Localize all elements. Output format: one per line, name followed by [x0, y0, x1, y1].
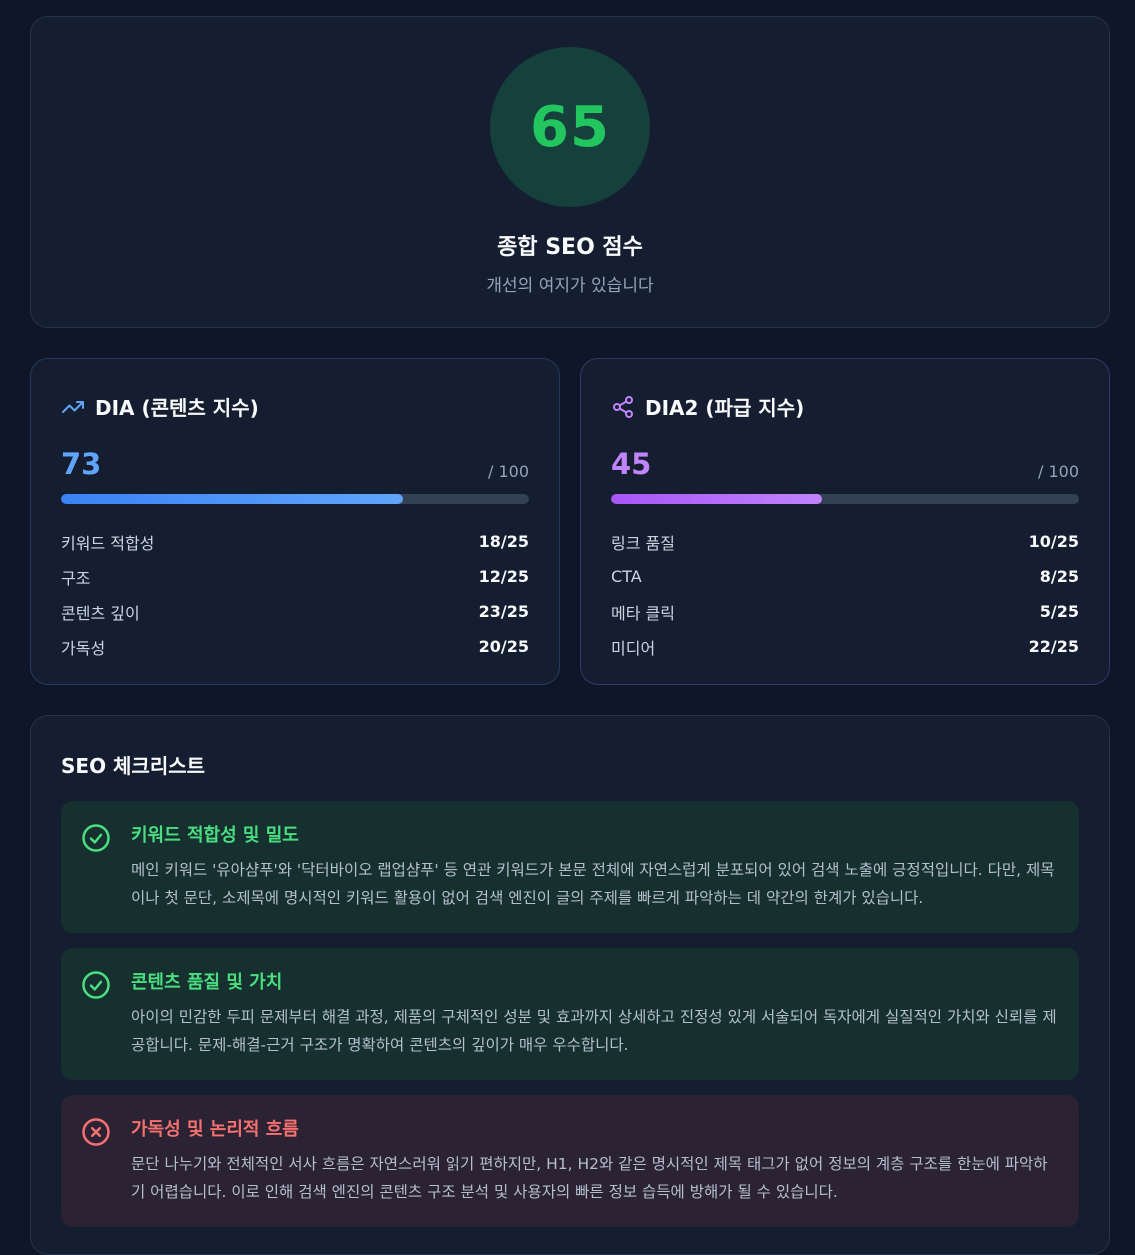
metric-label: 키워드 적합성	[61, 533, 155, 553]
metric-value: 20/25	[478, 637, 529, 656]
check-circle-icon	[82, 824, 110, 852]
seo-checklist-card: SEO 체크리스트 키워드 적합성 및 밀도 메인 키워드 '유아샴푸'와 '닥…	[30, 715, 1110, 1255]
dia-metric-row: 구조 12/25	[61, 559, 529, 594]
dia2-metric-row: 링크 품질 10/25	[611, 524, 1079, 559]
metric-label: 메타 클릭	[611, 603, 675, 623]
dia2-progress-track	[611, 494, 1079, 504]
checklist-item: 가독성 및 논리적 흐름 문단 나누기와 전체적인 서사 흐름은 자연스러워 읽…	[61, 1095, 1079, 1227]
metric-label: 링크 품질	[611, 533, 675, 553]
share-icon	[613, 395, 633, 418]
dia2-score: 45	[611, 447, 652, 481]
checklist-item-title: 콘텐츠 품질 및 가치	[131, 972, 283, 993]
checklist-item-description: 문단 나누기와 전체적인 서사 흐름은 자연스러워 읽기 편하지만, H1, H…	[131, 1155, 1048, 1201]
checklist-item-description: 메인 키워드 '유아샴푸'와 '닥터바이오 랩업샴푸' 등 연관 키워드가 본문…	[131, 861, 1055, 907]
overall-score-subtitle: 개선의 여지가 있습니다	[486, 276, 654, 296]
dia2-title: DIA2 (파급 지수)	[645, 396, 805, 420]
dia-metric-row: 키워드 적합성 18/25	[61, 524, 529, 559]
check-circle-icon	[82, 971, 110, 999]
dia-progress-fill	[61, 494, 403, 504]
dia2-progress-fill	[611, 494, 822, 504]
dia-header: DIA (콘텐츠 지수)	[61, 392, 259, 421]
checklist-item-description: 아이의 민감한 두피 문제부터 해결 과정, 제품의 구체적인 성분 및 효과까…	[131, 1008, 1057, 1054]
dia-metric-row: 가독성 20/25	[61, 629, 529, 664]
dia2-metric-row: 메타 클릭 5/25	[611, 594, 1079, 629]
dia-progress-track	[61, 494, 529, 504]
checklist-item: 키워드 적합성 및 밀도 메인 키워드 '유아샴푸'와 '닥터바이오 랩업샴푸'…	[61, 801, 1079, 933]
dia-card: DIA (콘텐츠 지수) 73 / 100 키워드 적합성 18/25 구조 1…	[30, 358, 560, 685]
metric-value: 5/25	[1039, 602, 1079, 621]
score-circle: 65	[490, 47, 650, 207]
dia2-card: DIA2 (파급 지수) 45 / 100 링크 품질 10/25 CTA 8/…	[580, 358, 1110, 685]
overall-score-value: 65	[530, 94, 610, 160]
checklist-title: SEO 체크리스트	[61, 754, 206, 778]
trending-up-icon	[62, 400, 84, 413]
dia-max: / 100	[487, 462, 529, 481]
x-circle-icon	[82, 1118, 110, 1146]
dia2-metric-row: 미디어 22/25	[611, 629, 1079, 664]
dia2-metrics: 링크 품질 10/25 CTA 8/25 메타 클릭 5/25 미디어 22/2…	[611, 524, 1079, 664]
checklist-item-title: 가독성 및 논리적 흐름	[131, 1119, 299, 1140]
metric-value: 12/25	[478, 567, 529, 586]
metric-label: CTA	[611, 567, 642, 586]
metric-label: 미디어	[611, 638, 656, 658]
dia2-max: / 100	[1037, 462, 1079, 481]
dia-metric-row: 콘텐츠 깊이 23/25	[61, 594, 529, 629]
dia-score: 73	[61, 447, 102, 481]
metric-label: 콘텐츠 깊이	[61, 603, 140, 623]
dia2-metric-row: CTA 8/25	[611, 559, 1079, 594]
overall-score-title: 종합 SEO 점수	[497, 235, 643, 260]
metric-value: 8/25	[1039, 567, 1079, 586]
metric-label: 구조	[61, 568, 91, 588]
metric-value: 18/25	[478, 532, 529, 551]
metric-value: 10/25	[1028, 532, 1079, 551]
checklist-item: 콘텐츠 품질 및 가치 아이의 민감한 두피 문제부터 해결 과정, 제품의 구…	[61, 948, 1079, 1080]
metric-value: 23/25	[478, 602, 529, 621]
metric-label: 가독성	[61, 638, 106, 658]
dia-metrics: 키워드 적합성 18/25 구조 12/25 콘텐츠 깊이 23/25 가독성 …	[61, 524, 529, 664]
metric-value: 22/25	[1028, 637, 1079, 656]
checklist-item-title: 키워드 적합성 및 밀도	[131, 825, 299, 846]
dia-title: DIA (콘텐츠 지수)	[95, 396, 259, 420]
dia2-header: DIA2 (파급 지수)	[611, 392, 804, 421]
overall-score-card: 65 종합 SEO 점수 개선의 여지가 있습니다	[30, 16, 1110, 328]
